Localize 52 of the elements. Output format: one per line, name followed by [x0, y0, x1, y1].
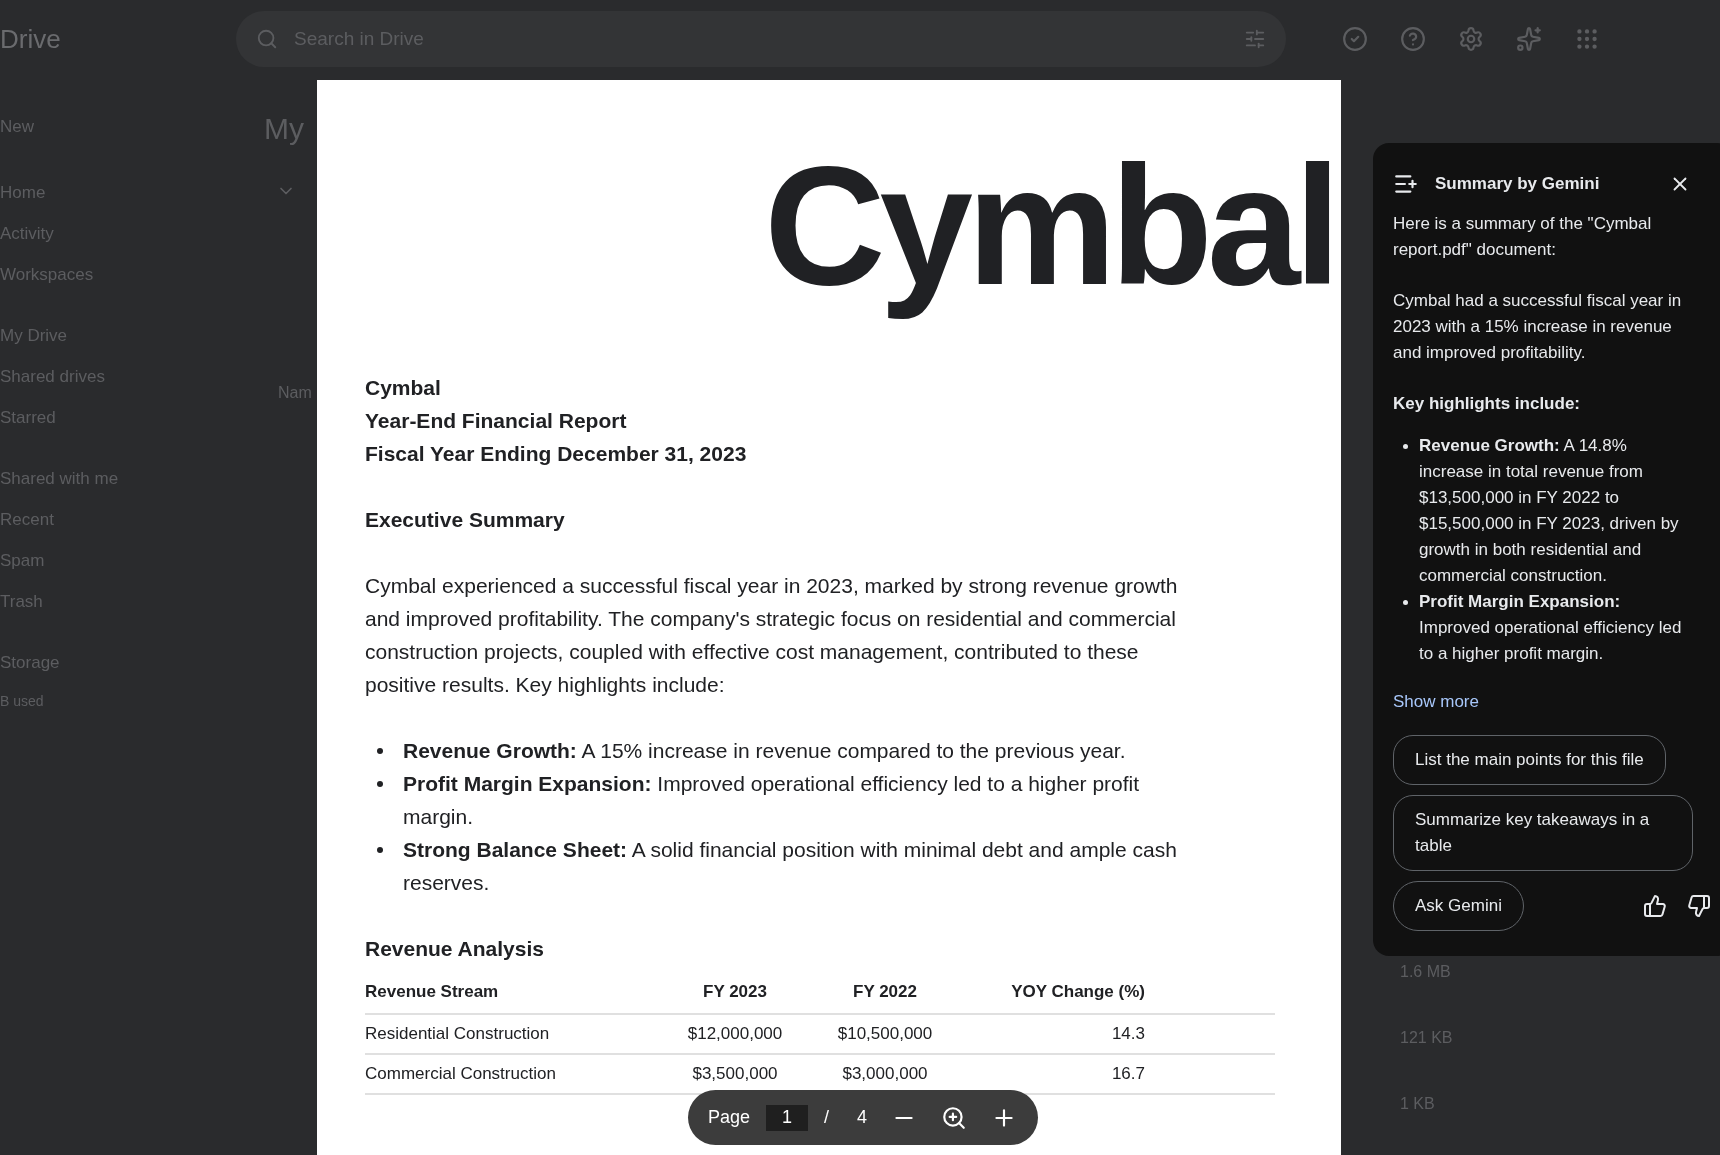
zoom-icon[interactable] — [941, 1104, 968, 1131]
bullet-text: Profit Margin Expansion: Improved operational efficiency led to a higher profit margin. — [1419, 591, 1683, 665]
check-circle-icon[interactable] — [1342, 26, 1368, 52]
bullet-text: Profit Margin Expansion: Improved operational efficiency led to a higher profit margin. — [403, 771, 1141, 831]
column-header: FY 2022 — [853, 981, 917, 1004]
thumbs-up-icon[interactable] — [1643, 894, 1667, 918]
page-label: Page — [708, 1106, 751, 1129]
column-header: FY 2023 — [703, 981, 767, 1004]
settings-icon[interactable] — [1458, 26, 1484, 52]
summary-text: Cymbal had a successful fiscal year in 2023 with a 15% increase in revenue and improved profitability. — [1393, 290, 1683, 364]
section-heading: Executive Summary — [365, 507, 566, 534]
bullet-icon — [1403, 600, 1408, 605]
page-separator: / — [824, 1106, 830, 1129]
table-cell-text: $10,500,000 — [837, 1023, 933, 1046]
suggestion-button[interactable]: Summarize key takeaways in a table — [1393, 795, 1693, 871]
search-icon — [256, 28, 278, 50]
filter-icon[interactable] — [1244, 28, 1266, 50]
table-cell-text: Residential Construction — [365, 1023, 550, 1046]
bullet-icon — [377, 847, 383, 854]
column-header: YOY Change (%) — [1011, 981, 1145, 1004]
bullet-text: Revenue Growth: A 15% increase in revenue compared to the previous year. — [403, 738, 1126, 765]
ask-gemini-button[interactable]: Ask Gemini — [1393, 881, 1524, 931]
bullet-text: Strong Balance Sheet: A solid financial position with minimal debt and ample cash reserves. — [403, 837, 1178, 897]
app-name: Drive — [0, 22, 62, 56]
column-header: Revenue Stream — [365, 981, 499, 1004]
help-icon[interactable] — [1400, 26, 1426, 52]
paragraph: Cymbal experienced a successful fiscal year in 2023, marked by strong revenue growth and improved profitability. The company's strategic focus on residential and commercial construction projects, coupled with effective cost management, contributed to these positive results. Key highlights include: — [365, 573, 1179, 699]
table-cell-text: 16.7 — [1111, 1063, 1145, 1086]
report-title-line: Fiscal Year Ending December 31, 2023 — [365, 441, 748, 468]
table-cell-text: 14.3 — [1111, 1023, 1145, 1046]
page-number-field[interactable]: 1 — [766, 1104, 809, 1131]
apps-icon[interactable] — [1574, 26, 1600, 52]
page-total: 4 — [857, 1106, 868, 1129]
panel-title: Summary by Gemini — [1435, 173, 1600, 195]
bullet-icon — [377, 748, 383, 755]
show-more-link[interactable]: Show more — [1393, 689, 1479, 715]
table-cell-text: $3,000,000 — [842, 1063, 928, 1086]
logo: Cymbal — [764, 131, 1336, 322]
report-title-line: Year-End Financial Report — [365, 408, 628, 435]
table-cell-text: $3,500,000 — [692, 1063, 778, 1086]
summary-intro: Here is a summary of the "Cymbal report.pdf" document: — [1393, 213, 1653, 261]
report-title-line: Cymbal — [365, 375, 442, 402]
table-cell-text: Commercial Construction — [365, 1063, 556, 1086]
bullet-text: Revenue Growth: A 14.8% increase in total revenue from $13,500,000 in FY 2022 to $15,500,000 in FY 2023, driven by growth in both residential and commercial construction. — [1419, 435, 1680, 587]
sparkle-icon[interactable] — [1516, 26, 1542, 52]
section-heading: Revenue Analysis — [365, 936, 545, 963]
bullet-icon — [377, 781, 383, 788]
suggestion-button[interactable]: List the main points for this file — [1393, 735, 1666, 785]
thumbs-down-icon[interactable] — [1687, 894, 1711, 918]
highlights-heading: Key highlights include: — [1393, 393, 1581, 415]
table-cell-text: $12,000,000 — [687, 1023, 783, 1046]
bullet-icon — [1403, 444, 1408, 449]
